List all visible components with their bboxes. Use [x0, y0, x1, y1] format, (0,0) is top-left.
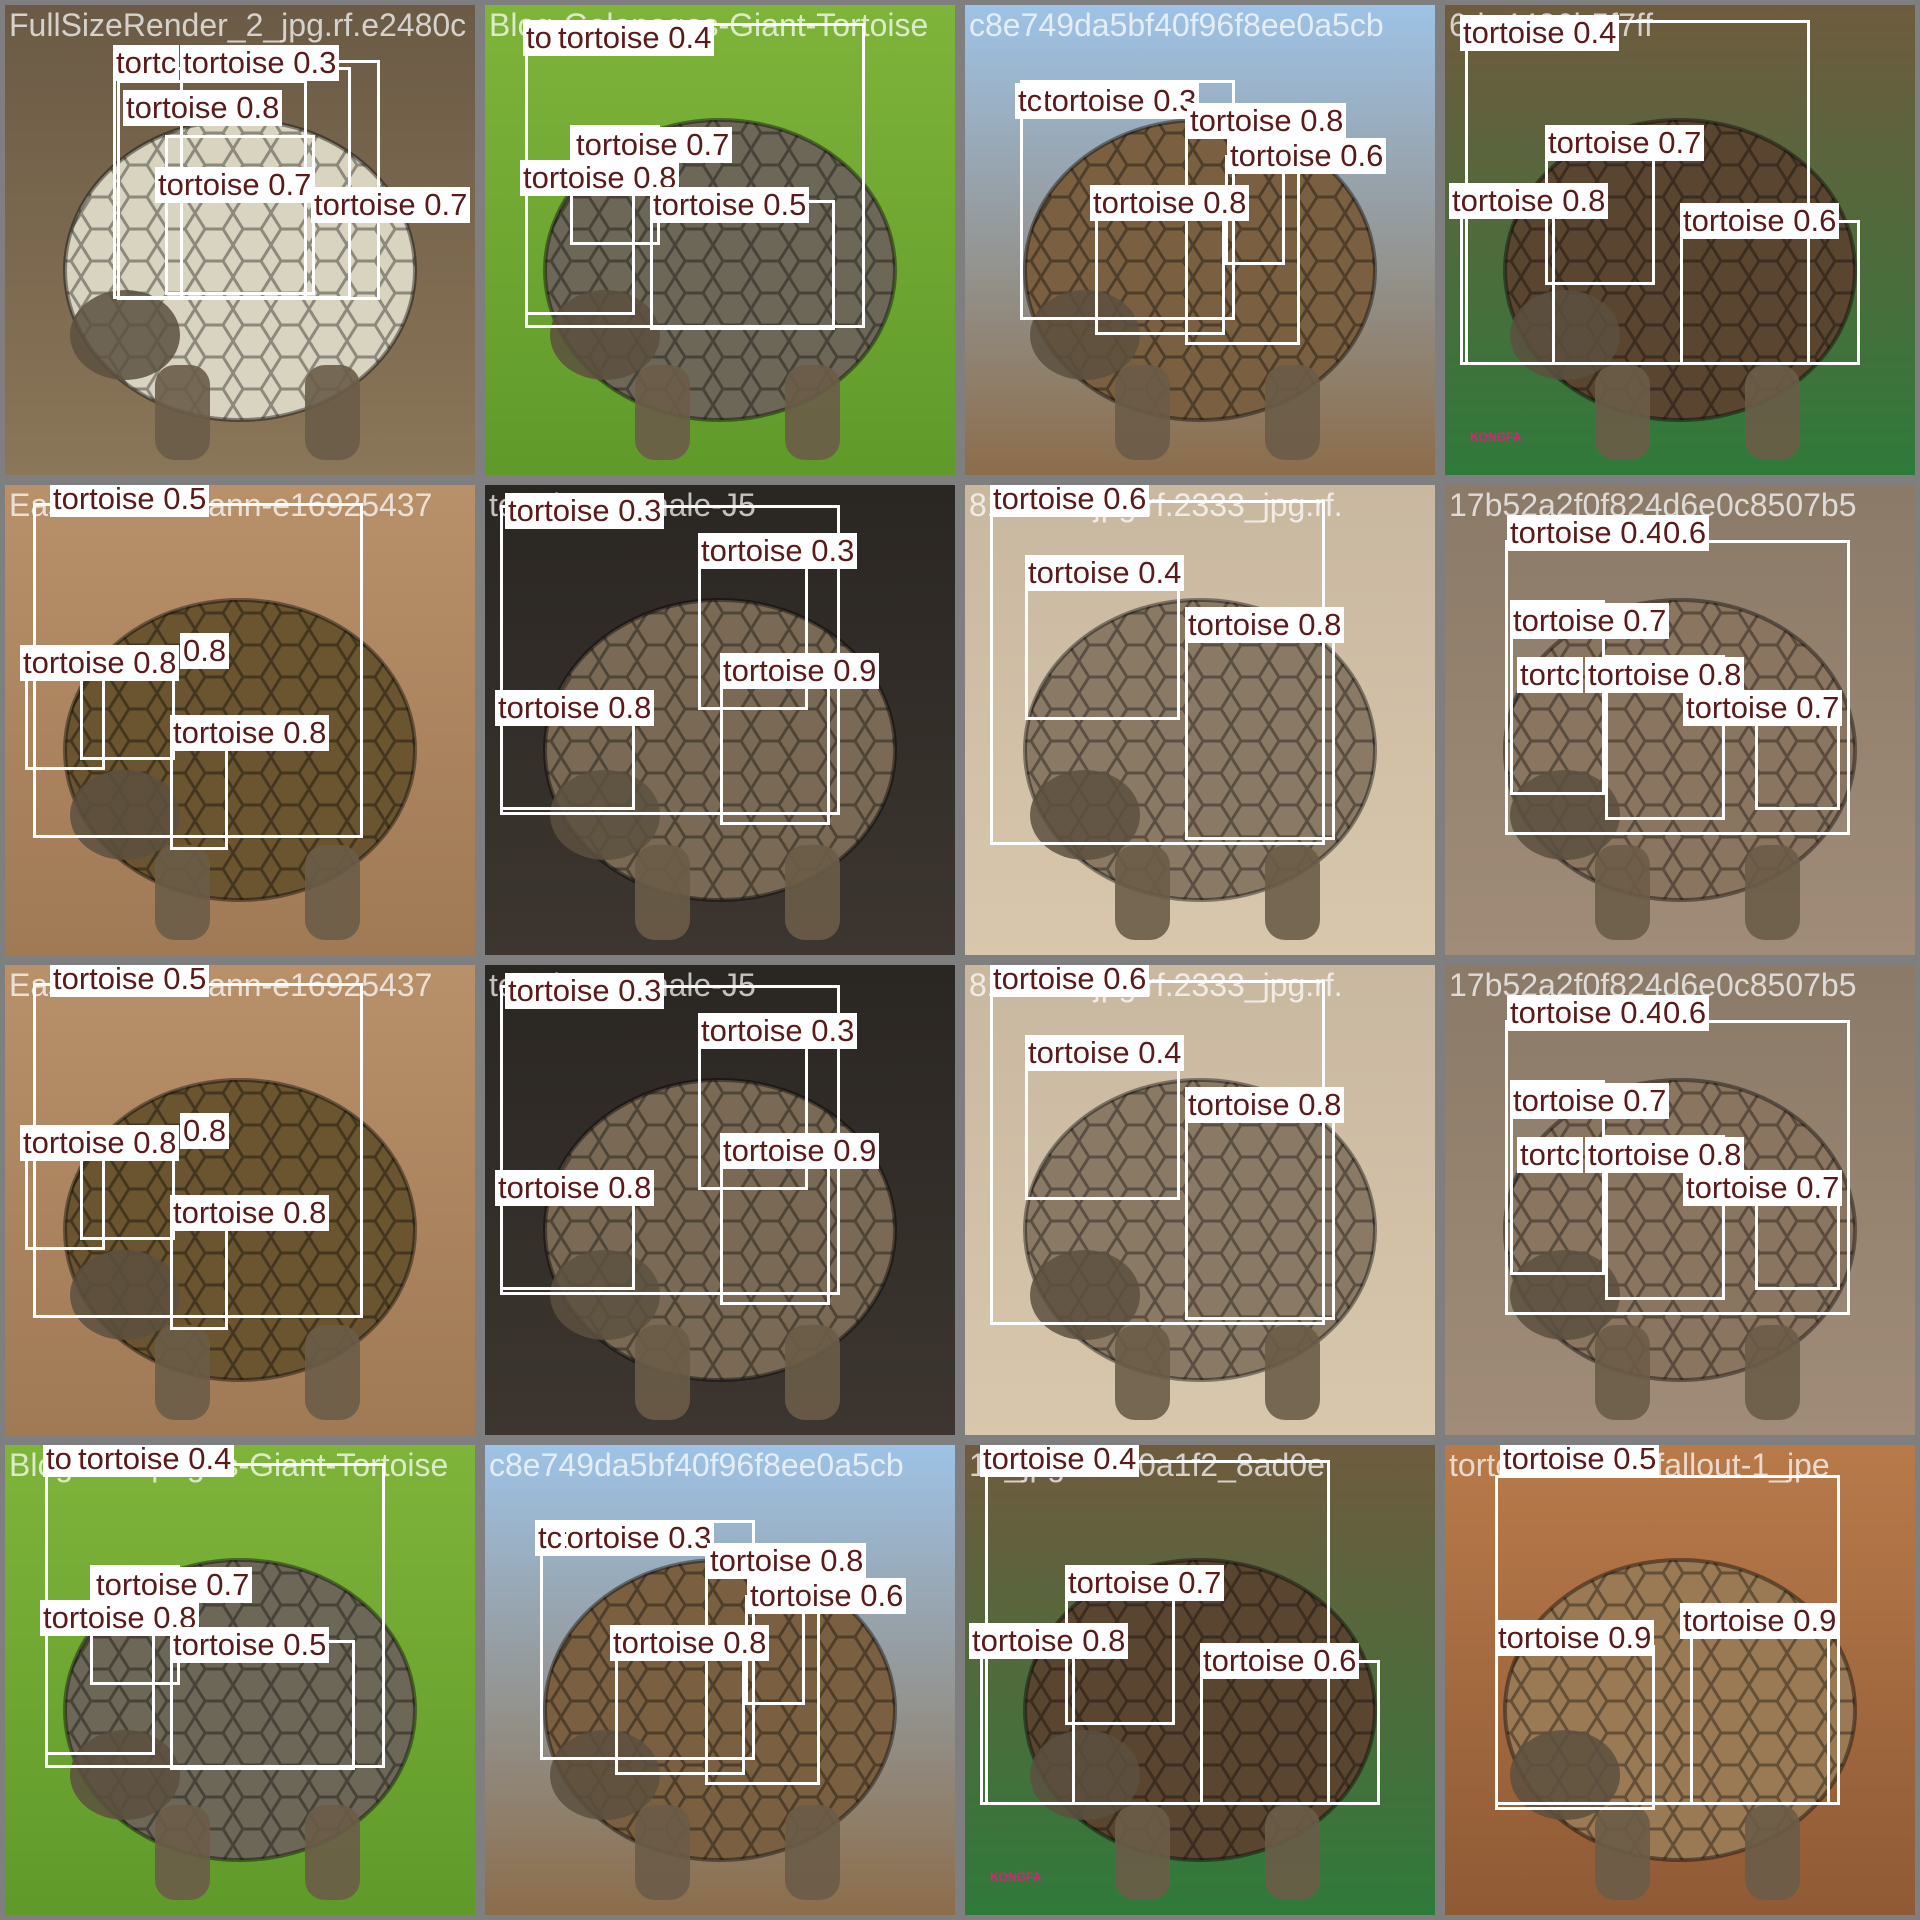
- detection-label: tortoise 0.5: [50, 485, 210, 517]
- detection-label: tortoise 0.4: [555, 20, 715, 56]
- mosaic-tile: Eastern-Hermann-e16925437 tortoise 0.5 tor…: [5, 965, 475, 1435]
- detection-label: tortoise 0.7: [1065, 1565, 1225, 1601]
- mosaic-tile: tortoise-Female-J5tortoise 0.3tortoise 0…: [485, 485, 955, 955]
- mosaic-tile: c8e749da5bf40f96f8ee0a5cb tortoise 0.3 tor…: [965, 5, 1435, 475]
- detection-label: tortoise 0.8: [20, 645, 180, 681]
- detection-label: tortoise 0.3: [555, 1520, 715, 1556]
- detection-label: tortoise 0.7: [93, 1567, 253, 1603]
- detection-label: tortoise 0.7: [573, 127, 733, 163]
- detection-box: [1200, 1660, 1380, 1805]
- detection-box: [1025, 1055, 1180, 1200]
- detection-label: 0.6: [1660, 515, 1710, 551]
- photo-watermark: KONGFA: [1470, 430, 1522, 444]
- mosaic-tile: 6de4486b5f7fftortoise 0.4tortoise 0.7tor…: [1445, 5, 1915, 475]
- detection-label: tortoise 0.8: [707, 1543, 867, 1579]
- detection-label: tortoise 0.7: [1545, 125, 1705, 161]
- detection-label: tortoise 0.5: [50, 965, 210, 997]
- detection-box: [1495, 1645, 1655, 1810]
- detection-label: tortoise 0.8: [1185, 607, 1345, 643]
- detection-label: tortoise 0.3: [505, 973, 665, 1009]
- detection-label: tortoise 0.4: [1025, 1035, 1185, 1071]
- detection-label: tortoise 0.9: [1680, 1603, 1840, 1639]
- detection-label: tortoise 0.5: [650, 187, 810, 223]
- detection-label: tortc: [113, 45, 180, 81]
- detection-box: [1680, 220, 1860, 365]
- detection-label: tortoise 0.8: [1187, 103, 1347, 139]
- detection-label: tortoise 0.8: [969, 1623, 1129, 1659]
- detection-label: tortc: [1517, 657, 1584, 693]
- detection-box: [720, 1150, 830, 1305]
- detection-label: tortoise 0.7: [1683, 1170, 1843, 1206]
- mosaic-tile: 17b52a2f0f824d6e0c8507b5 tortoise 0.4 0.6 t…: [1445, 485, 1915, 955]
- detection-label: tortoise 0.8: [1449, 183, 1609, 219]
- detection-label: tortoise 0.7: [1683, 690, 1843, 726]
- detection-label: tortoise 0.8: [1585, 1137, 1745, 1173]
- detection-label: tortoise 0.9: [1495, 1620, 1655, 1656]
- detection-label: tortoise 0.7: [1510, 603, 1670, 639]
- mosaic-tile: 8163663jpg.rf.2333_jpg.rf. tortoise 0.6 to…: [965, 965, 1435, 1435]
- detection-label: tortoise 0.6: [1227, 138, 1387, 174]
- detection-label: tortoise 0.8: [20, 1125, 180, 1161]
- detection-label: tortoise 0.4: [1025, 555, 1185, 591]
- detection-label: tortoise 0.3: [505, 493, 665, 529]
- detection-label: tortoise 0.8: [1585, 657, 1745, 693]
- detection-label: tortoise 0.5: [170, 1627, 330, 1663]
- detection-label: tortoise 0.4: [1507, 995, 1667, 1031]
- detection-label: tortoise 0.3: [180, 45, 340, 81]
- detection-box: [1185, 625, 1335, 840]
- detection-label: tortoise 0.8: [1090, 185, 1250, 221]
- detection-label: tortoise 0.4: [1507, 515, 1667, 551]
- detection-label: tc: [1015, 83, 1046, 119]
- detection-label: tortoise 0.8: [495, 690, 655, 726]
- detection-label: tortoise 0.4: [980, 1445, 1140, 1477]
- detection-box: [1025, 575, 1180, 720]
- detection-label: tortoise 0.8: [1185, 1087, 1345, 1123]
- detection-label: tortoise 0.8: [170, 1195, 330, 1231]
- detection-label: tortoise 0.3: [698, 1013, 858, 1049]
- detection-label: tortoise 0.9: [720, 1133, 880, 1169]
- detection-label: tortoise 0.6: [990, 965, 1150, 997]
- detection-label: tortoise 0.3: [1040, 83, 1200, 119]
- detection-label: tortoise 0.4: [1460, 15, 1620, 51]
- mosaic-tile: Eastern-Hermann-e16925437 tortoise 0.5 tor…: [5, 485, 475, 955]
- detection-label: tortc: [1517, 1137, 1584, 1173]
- detection-label: tortoise 0.5: [1500, 1445, 1660, 1477]
- mosaic-tile: Blog-Galapagos-Giant-Tortoisetortoise 0.…: [5, 1445, 475, 1915]
- detection-mosaic: FullSizeRender_2_jpg.rf.e2480c tortoise 0…: [0, 0, 1920, 1920]
- mosaic-tile: FullSizeRender_2_jpg.rf.e2480c tortoise 0…: [5, 5, 475, 475]
- detection-label: tortoise 0.6: [1200, 1643, 1360, 1679]
- mosaic-tile: tortoise-home-fallout-1_jpetortoise 0.5t…: [1445, 1445, 1915, 1915]
- mosaic-tile: 17b52a2f0f824d6e0c8507b5 tortoise 0.4 0.6 t…: [1445, 965, 1915, 1435]
- detection-label: tortoise 0.3: [698, 533, 858, 569]
- detection-label: 0.6: [1660, 995, 1710, 1031]
- detection-label: 0.8: [180, 633, 230, 669]
- mosaic-tile: tortoise-Female-J5tortoise 0.3tortoise 0…: [485, 965, 955, 1435]
- detection-label: tortoise 0.8: [123, 90, 283, 126]
- detection-label: tortoise 0.8: [495, 1170, 655, 1206]
- mosaic-tile: c8e749da5bf40f96f8ee0a5cb tortoise 0.3 tor…: [485, 1445, 955, 1915]
- detection-box: [720, 670, 830, 825]
- detection-label: tortoise 0.8: [170, 715, 330, 751]
- photo-watermark: KONGFA: [990, 1870, 1042, 1884]
- mosaic-tile: Blog-Galapagos-Giant-Tortoisetortoise 0.…: [485, 5, 955, 475]
- detection-label: tortoise 0.4: [75, 1445, 235, 1477]
- detection-label: tortoise 0.7: [311, 187, 471, 223]
- mosaic-tile: 18_jpg.rf.da0a1f2_8ad0e tortoise 0.4 torto…: [965, 1445, 1435, 1915]
- detection-label: tortoise 0.6: [990, 485, 1150, 517]
- detection-box: [1185, 1105, 1335, 1320]
- detection-label: 0.8: [180, 1113, 230, 1149]
- mosaic-tile: 8163663jpg.rf.2333_jpg.rf. tortoise 0.6 to…: [965, 485, 1435, 955]
- detection-label: tortoise 0.7: [1510, 1083, 1670, 1119]
- detection-label: to: [523, 20, 555, 56]
- detection-label: tortoise 0.6: [747, 1578, 907, 1614]
- detection-label: tortoise 0.7: [155, 167, 315, 203]
- detection-label: to: [43, 1445, 75, 1477]
- detection-label: tortoise 0.8: [610, 1625, 770, 1661]
- detection-box: [1690, 1620, 1830, 1805]
- detection-label: tc: [535, 1520, 566, 1556]
- detection-label: tortoise 0.9: [720, 653, 880, 689]
- detection-label: tortoise 0.6: [1680, 203, 1840, 239]
